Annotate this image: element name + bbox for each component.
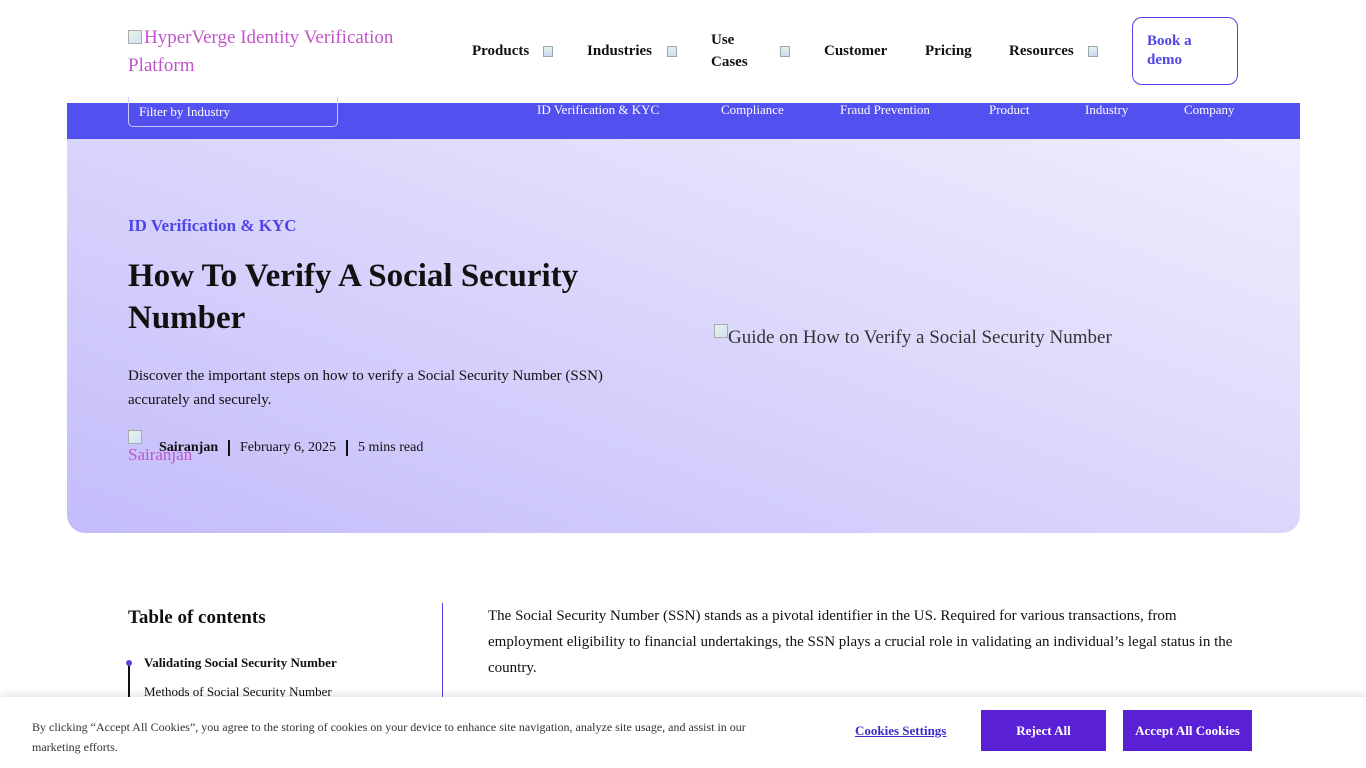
site-header: HyperVerge Identity Verification Platfor… (0, 0, 1366, 103)
meta-divider (228, 440, 230, 456)
nav-customer[interactable]: Customer (824, 40, 887, 62)
category-link-fraud-prevention[interactable]: Fraud Prevention (840, 103, 930, 117)
accept-all-cookies-button[interactable]: Accept All Cookies (1123, 710, 1252, 751)
broken-image-icon (714, 324, 728, 338)
chevron-down-icon[interactable] (543, 46, 553, 57)
filter-by-industry-dropdown[interactable]: Filter by Industry (128, 97, 338, 127)
hero-image-alt-text: Guide on How to Verify a Social Security… (728, 327, 1112, 348)
nav-use-cases[interactable]: Use Cases (711, 29, 761, 73)
book-demo-button[interactable]: Book a demo (1132, 17, 1238, 85)
hero-banner: ID Verification & KYC How To Verify A So… (67, 139, 1300, 533)
reject-all-button[interactable]: Reject All (981, 710, 1106, 751)
chevron-down-icon[interactable] (667, 46, 677, 57)
page-title: How To Verify A Social Security Number (128, 258, 579, 336)
category-link-product[interactable]: Product (989, 103, 1029, 117)
category-link-industry[interactable]: Industry (1085, 103, 1128, 117)
toc-item-validating-ssn[interactable]: Validating Social Security Number (144, 655, 337, 671)
hero-image: Guide on How to Verify a Social Security… (714, 324, 1112, 349)
cookie-banner: By clicking “Accept All Cookies”, you ag… (0, 697, 1366, 768)
publish-date: February 6, 2025 (240, 440, 337, 455)
chevron-down-icon[interactable] (780, 46, 790, 57)
broken-image-icon (128, 430, 142, 444)
cookie-text: By clicking “Accept All Cookies”, you ag… (32, 720, 746, 754)
read-time: 5 mins read (358, 440, 424, 455)
meta-divider (346, 440, 348, 456)
nav-products[interactable]: Products (472, 40, 529, 62)
cookies-settings-link[interactable]: Cookies Settings (855, 723, 946, 739)
article-description: Discover the important steps on how to v… (128, 368, 603, 408)
nav-industries[interactable]: Industries (587, 40, 652, 62)
logo[interactable]: HyperVerge Identity Verification Platfor… (128, 24, 418, 80)
article-category[interactable]: ID Verification & KYC (128, 216, 297, 236)
author-name[interactable]: Sairanjan (159, 440, 218, 456)
broken-image-icon (128, 30, 142, 44)
toc-title: Table of contents (128, 607, 266, 628)
category-bar: Filter by Industry ID Verification & KYC… (67, 97, 1300, 139)
chevron-down-icon[interactable] (1088, 46, 1098, 57)
category-link-compliance[interactable]: Compliance (721, 103, 784, 117)
content-divider (442, 603, 443, 703)
toc-active-indicator (126, 660, 132, 666)
category-link-id-verification[interactable]: ID Verification & KYC (537, 103, 659, 117)
article-intro: The Social Security Number (SSN) stands … (488, 608, 1233, 676)
category-link-company[interactable]: Company (1184, 103, 1235, 117)
logo-alt-text: HyperVerge Identity Verification Platfor… (128, 27, 394, 76)
nav-pricing[interactable]: Pricing (925, 40, 972, 62)
nav-resources[interactable]: Resources (1009, 40, 1074, 62)
